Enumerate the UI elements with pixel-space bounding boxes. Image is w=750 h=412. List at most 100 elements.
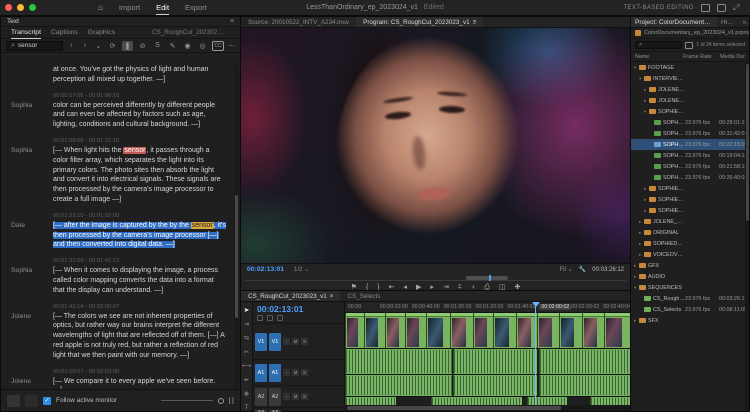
- program-scrubber[interactable]: [245, 275, 626, 281]
- project-item-footage[interactable]: ▾ FOOTAGE: [631, 62, 745, 73]
- project-breadcrumb[interactable]: ColorDocumentary_ep_2023024_v1.prproj: [631, 28, 749, 39]
- audio-clip[interactable]: [453, 375, 538, 396]
- audio-clip[interactable]: [453, 349, 538, 374]
- ripple-edit-tool[interactable]: ⇆: [244, 334, 249, 342]
- track-header-a2[interactable]: A2 A2 ◦ M S: [253, 385, 344, 407]
- project-item-interviews[interactable]: ▾ INTERVIEWS: [631, 73, 745, 84]
- video-clip[interactable]: [363, 313, 385, 348]
- project-item-voiceover[interactable]: ▸ VOICEOVER: [631, 249, 745, 260]
- project-item-sophiedale_1_03[interactable]: SOPHIEDALE_1_0323.976 fps 00:22:15:09: [631, 139, 745, 150]
- bin-view-icon[interactable]: [685, 41, 694, 49]
- fullscreen-icon[interactable]: ⤢: [733, 3, 742, 12]
- search-prev-button[interactable]: ‹: [67, 41, 76, 51]
- video-clip[interactable]: [345, 313, 364, 348]
- tab-history[interactable]: History: [717, 17, 739, 27]
- audio-track-a3[interactable]: [345, 397, 630, 405]
- track-header-v1[interactable]: V1 V1 ◦ M S: [253, 323, 344, 359]
- program-video-frame[interactable]: [241, 28, 630, 263]
- speaker-a-icon[interactable]: ◉: [182, 41, 193, 51]
- tab-graphics[interactable]: Graphics: [88, 27, 115, 38]
- video-clip[interactable]: [558, 313, 582, 348]
- edit-text-icon[interactable]: ✎: [167, 41, 178, 51]
- video-clip[interactable]: [450, 313, 474, 348]
- video-clip[interactable]: [404, 313, 427, 348]
- segment-text[interactable]: [— We compare it to every apple we've se…: [53, 377, 226, 389]
- close-tab-icon[interactable]: ×: [330, 293, 334, 300]
- scrubber-zoom-handle[interactable]: [465, 276, 508, 280]
- share-icon[interactable]: [717, 3, 726, 12]
- current-timecode[interactable]: 00:02:13:01: [247, 266, 284, 273]
- video-track-v1[interactable]: [345, 313, 630, 349]
- segment-text[interactable]: [— When light hits the sensor, it passes…: [53, 146, 226, 205]
- timeline-tracks-area[interactable]: 00:00 00:00:20:00 00:00:40:00 00:01:00:02 00…: [345, 302, 630, 405]
- tab-overflow-chevrons[interactable]: »: [739, 17, 749, 27]
- mute-button-a2[interactable]: M: [292, 393, 299, 400]
- project-item-sophiedale_1_06[interactable]: SOPHIEDALE_1_0623.976 fps 00:26:40:02: [631, 172, 745, 183]
- project-item-sophiedale_03[interactable]: ▸SOPHIEDALE_03: [631, 194, 745, 205]
- audio-clip[interactable]: [538, 375, 630, 396]
- video-clip[interactable]: [581, 313, 605, 348]
- project-item-jolene_broll[interactable]: ▸JOLENE_BROLL: [631, 216, 745, 227]
- lock-button-a1[interactable]: ◦: [283, 369, 290, 376]
- track-target-v1[interactable]: V1: [269, 332, 281, 351]
- text-zoom-slider[interactable]: [160, 400, 213, 401]
- selection-tool[interactable]: ➤: [244, 306, 249, 314]
- audio-clip[interactable]: [430, 397, 522, 405]
- solo-button-v1[interactable]: S: [301, 338, 308, 345]
- more-options-button[interactable]: ⋯: [228, 42, 235, 50]
- segment-text[interactable]: [— The colors we see are not inherent pr…: [53, 312, 226, 361]
- tab-transcript[interactable]: Transcript: [11, 27, 41, 39]
- timeline-scrollbar[interactable]: [345, 405, 630, 411]
- track-target-a2[interactable]: A2: [269, 387, 281, 406]
- hide-text-icon[interactable]: ⊘: [137, 41, 148, 51]
- search-filter-button[interactable]: ⌄: [94, 41, 103, 51]
- transcript-scrollbar[interactable]: [234, 65, 239, 389]
- project-item-gfx[interactable]: ▸ GFX: [631, 260, 745, 271]
- video-clip[interactable]: [493, 313, 516, 348]
- segment-text[interactable]: color can be perceived differently by di…: [53, 101, 226, 130]
- audio-clip[interactable]: [527, 397, 568, 405]
- track-header-a1[interactable]: A1 A1 ◦ M S: [253, 359, 344, 385]
- pause-transcription-icon[interactable]: ∥: [122, 40, 133, 51]
- mute-button-v1[interactable]: M: [292, 338, 299, 345]
- project-item-sophiedale_1_05[interactable]: SOPHIEDALE_1_0523.976 fps 00:21:58:14: [631, 161, 745, 172]
- audio-clip[interactable]: [345, 349, 452, 374]
- project-scrollbar[interactable]: [745, 62, 749, 411]
- follow-active-monitor-checkbox[interactable]: ✓: [43, 396, 51, 405]
- lock-button-a2[interactable]: ◦: [283, 393, 290, 400]
- tab-program-monitor[interactable]: Program: CS_RoughCut_2023023_v1 ≡: [356, 17, 484, 27]
- project-item-sophiedale_1_01[interactable]: SOPHIEDALE_1_0123.976 fps 00:28:01:11: [631, 117, 745, 128]
- fit-select[interactable]: Fit ⌄: [559, 266, 572, 273]
- audio-clip[interactable]: [345, 375, 452, 396]
- tab-import[interactable]: Import: [119, 1, 140, 14]
- track-select-tool[interactable]: ⇥: [244, 320, 249, 328]
- transcript-segment[interactable]: Sophia 00:01:09:06 - 00:01:22:10 [— When l…: [1, 138, 234, 205]
- audio-clip[interactable]: [538, 349, 630, 374]
- strikethrough-icon[interactable]: S: [152, 41, 163, 51]
- project-item-sophiedale_01[interactable]: ▾SOPHIEDALE_01: [631, 106, 745, 117]
- panel-menu-icon[interactable]: ≡: [230, 18, 234, 25]
- tab-sequence-selects[interactable]: CS_Selects: [340, 291, 387, 301]
- search-next-button[interactable]: ›: [80, 41, 89, 51]
- project-item-jolene_01[interactable]: ▸ JOLENE_01: [631, 84, 745, 95]
- project-item-original[interactable]: ▸ ORIGINAL: [631, 227, 745, 238]
- project-item-jolene_02[interactable]: ▸ JOLENE_02: [631, 95, 745, 106]
- close-window-button[interactable]: [5, 4, 12, 11]
- text-zoom-knob[interactable]: [217, 397, 224, 404]
- source-patch-v1[interactable]: V1: [255, 332, 267, 351]
- source-patch-a1[interactable]: A1: [255, 363, 267, 382]
- source-patch-a2[interactable]: A2: [255, 387, 267, 406]
- timeline-ruler[interactable]: 00:00 00:00:20:00 00:00:40:00 00:01:00:02 00…: [345, 302, 630, 313]
- minimize-window-button[interactable]: [17, 4, 24, 11]
- project-item-sfx[interactable]: ▸ SFX: [631, 315, 745, 326]
- audio-clip[interactable]: [590, 397, 630, 405]
- home-icon[interactable]: ⌂: [98, 3, 103, 12]
- video-clip[interactable]: [384, 313, 405, 348]
- marker-icon[interactable]: [277, 315, 283, 321]
- razor-tool[interactable]: ✂: [244, 348, 249, 356]
- project-search-input[interactable]: ⌕: [635, 41, 683, 49]
- scrubber-playhead[interactable]: [488, 275, 491, 281]
- timeline-playhead[interactable]: [531, 302, 540, 405]
- monitor-icon[interactable]: [701, 3, 710, 12]
- project-item-sophiedale_02[interactable]: ▸SOPHIEDALE_02: [631, 183, 745, 194]
